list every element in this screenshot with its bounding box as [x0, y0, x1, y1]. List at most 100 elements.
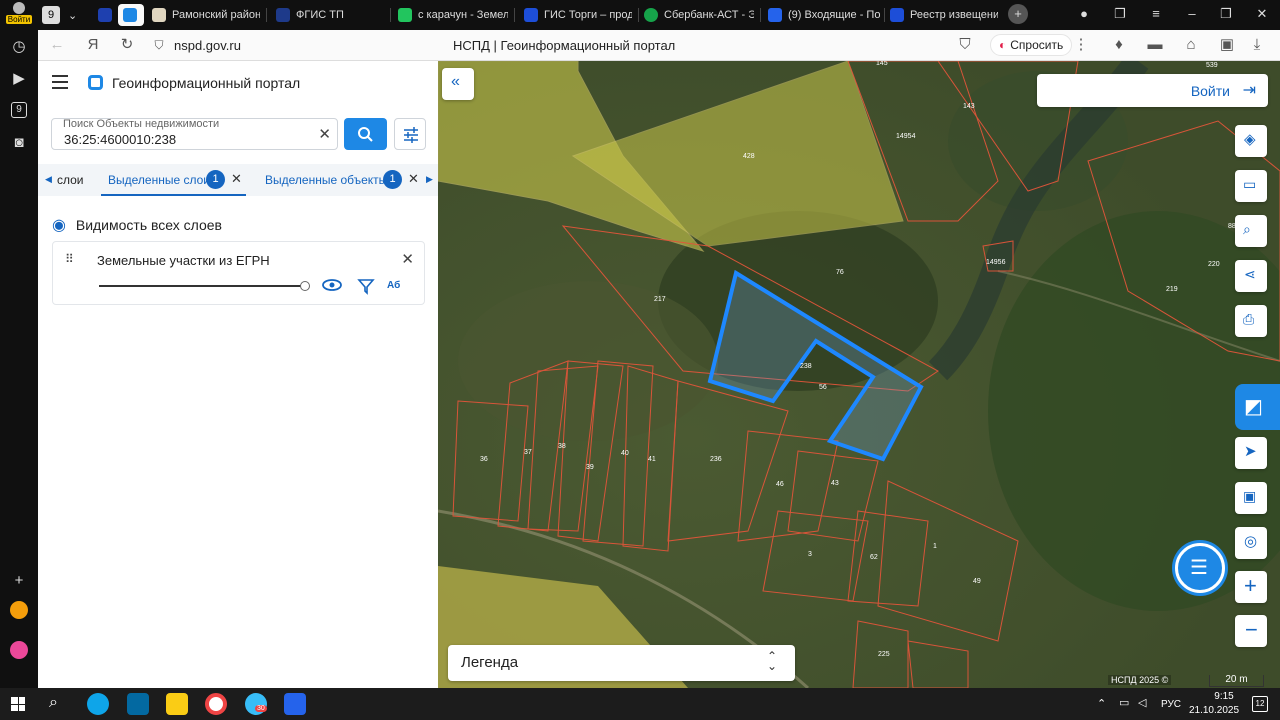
print-button[interactable]: ⎙ — [1235, 305, 1267, 337]
opacity-slider-handle[interactable] — [300, 281, 310, 291]
tabs-scroll-left-icon[interactable]: ◀ — [45, 174, 52, 185]
search-icon — [358, 127, 373, 142]
clear-search-icon[interactable]: ✕ — [318, 125, 331, 143]
share-button[interactable]: ⋖ — [1235, 260, 1267, 292]
tab-count-button[interactable]: 9 — [42, 4, 62, 26]
search-button[interactable] — [344, 118, 387, 150]
play-icon[interactable]: ▶ — [7, 66, 31, 90]
tab-mail-pinned[interactable] — [98, 4, 114, 26]
zoom-in-button[interactable]: + — [1235, 571, 1267, 603]
alice-icon[interactable] — [7, 638, 31, 662]
clock-date[interactable]: 21.10.2025 — [1184, 705, 1244, 716]
file-explorer-icon[interactable] — [166, 693, 188, 715]
tab-reestr[interactable]: Реестр извещени — [890, 4, 998, 26]
tab-karachun[interactable]: с карачун - Земел — [398, 4, 508, 26]
telegram-icon[interactable]: 30 — [245, 693, 267, 715]
tab-gis-torgi[interactable]: ГИС Торги – прод — [524, 4, 632, 26]
bookmark-icon[interactable]: ⛉ — [956, 36, 974, 54]
close-selected-objects-icon[interactable]: ✕ — [408, 171, 419, 187]
add-icon[interactable]: + — [7, 568, 31, 592]
report-panel-button[interactable]: ◩ — [1235, 384, 1280, 430]
url-text[interactable]: nspd.gov.ru — [174, 38, 241, 53]
site-info-icon[interactable]: ⛉ — [150, 36, 168, 54]
drag-handle-icon[interactable]: ⠿ — [65, 252, 74, 266]
volume-icon[interactable]: ◁ — [1138, 696, 1146, 709]
tab-label: Рамонский район — [172, 9, 260, 21]
minimize-icon[interactable]: – — [1182, 6, 1202, 21]
chat-icon: ☰ — [1190, 557, 1208, 579]
search-taskbar-icon[interactable]: ⌕ — [49, 694, 58, 712]
collapse-panel-button[interactable]: « — [442, 68, 474, 100]
language-indicator[interactable]: РУС — [1161, 699, 1181, 710]
back-arrow-icon[interactable]: ← — [48, 36, 66, 54]
tray-chevron-icon[interactable]: ⌃ — [1097, 697, 1106, 710]
tabs-scroll-right-icon[interactable]: ▶ — [426, 174, 433, 185]
visibility-toggle[interactable]: ◉ Видимость всех слоев — [52, 215, 222, 235]
layer-labels-icon[interactable]: Аб — [387, 280, 400, 291]
edge-icon[interactable] — [87, 693, 109, 715]
area-search-button[interactable]: ⌕ — [1235, 215, 1267, 247]
layer-filter-icon[interactable] — [357, 277, 375, 295]
measure-button[interactable]: ▭ — [1235, 170, 1267, 202]
tab-inbox[interactable]: (9) Входящие - По — [768, 4, 880, 26]
search-input[interactable]: Поиск Объекты недвижимости 36:25:4600010… — [51, 118, 338, 150]
layer-visibility-icon[interactable] — [321, 277, 343, 293]
close-window-icon[interactable]: ✕ — [1252, 6, 1272, 22]
parcel-label: 14956 — [986, 259, 1006, 266]
extension-icon[interactable]: ▬ — [1146, 36, 1164, 54]
profile-icon[interactable]: ● — [1074, 6, 1094, 21]
hamburger-menu-icon[interactable] — [52, 75, 68, 89]
windows-start-icon[interactable] — [11, 697, 25, 711]
mail-app-icon[interactable] — [7, 598, 31, 622]
clock-time[interactable]: 9:15 — [1194, 691, 1254, 702]
zoom-out-button[interactable]: − — [1235, 615, 1267, 647]
profile-login-button[interactable]: Войти — [4, 2, 34, 26]
opacity-slider[interactable] — [99, 285, 304, 287]
tab-label: Сбербанк-АСТ - Э — [664, 9, 754, 21]
remove-layer-icon[interactable]: ✕ — [401, 250, 414, 268]
tab-fgis[interactable]: ФГИС ТП — [276, 4, 384, 26]
search-settings-button[interactable] — [394, 118, 426, 150]
tab-nspd-pinned[interactable] — [118, 4, 144, 26]
minimap-button[interactable]: ▣ — [1235, 482, 1267, 514]
extension-icon[interactable]: ▣ — [1218, 36, 1236, 54]
ask-button[interactable]: ◐ Спросить — [990, 34, 1073, 56]
notifications-icon[interactable]: 12 — [1252, 696, 1268, 712]
geolocation-button[interactable]: ◎ — [1235, 527, 1267, 559]
yandex-browser-icon[interactable] — [205, 693, 227, 715]
layers-button[interactable]: ◈ — [1235, 125, 1267, 157]
more-options-icon[interactable]: ⋮ — [1072, 36, 1090, 54]
parcel-label: 41 — [648, 456, 656, 463]
close-selected-layers-icon[interactable]: ✕ — [231, 171, 242, 187]
new-tab-button[interactable]: + — [1008, 4, 1028, 24]
restore-icon[interactable]: ❐ — [1216, 6, 1236, 22]
yandex-logo-icon[interactable]: Я — [84, 36, 102, 54]
map-view[interactable]: 539 145 143 14954 428 88 14956 76 220 21… — [438, 61, 1280, 688]
tab-selected-objects[interactable]: Выделенные объекты 1 ✕ — [258, 164, 419, 196]
word-icon[interactable] — [284, 693, 306, 715]
tab-list-chevron-icon[interactable]: ⌄ — [68, 4, 84, 26]
chat-assistant-button[interactable]: ☰ — [1175, 543, 1225, 593]
tab-count-icon[interactable]: 9 — [7, 98, 31, 122]
camera-icon[interactable]: ◙ — [7, 130, 31, 154]
history-icon[interactable]: ◷ — [7, 34, 31, 58]
collections-icon[interactable]: ❐ — [1110, 6, 1130, 22]
legend-dropdown[interactable]: Легенда ⌃ ⌄ — [448, 645, 795, 681]
download-icon[interactable]: ⤓ — [1248, 36, 1266, 54]
locate-button[interactable]: ➤ — [1235, 437, 1267, 469]
tab-layers[interactable]: слои — [57, 173, 84, 187]
tab-sberbank-ast[interactable]: Сбербанк-АСТ - Э — [644, 4, 754, 26]
search-label: Поиск Объекты недвижимости — [63, 118, 220, 130]
parcel-label: 40 — [621, 450, 629, 457]
parcel-label: 62 — [870, 554, 878, 561]
tab-ramon[interactable]: Рамонский район — [152, 4, 260, 26]
login-button[interactable]: Войти ⇥ — [1037, 74, 1268, 107]
reload-icon[interactable]: ↻ — [118, 36, 136, 54]
outlook-icon[interactable] — [127, 693, 149, 715]
tab-selected-layers[interactable]: Выделенные слои 1 ✕ — [101, 164, 246, 196]
extension-icon[interactable]: ⌂ — [1182, 36, 1200, 54]
parcel-label: 217 — [654, 296, 666, 303]
menu-icon[interactable]: ≡ — [1146, 6, 1166, 21]
extension-icon[interactable]: ♦ — [1110, 36, 1128, 54]
network-icon[interactable]: ▭ — [1119, 696, 1129, 709]
